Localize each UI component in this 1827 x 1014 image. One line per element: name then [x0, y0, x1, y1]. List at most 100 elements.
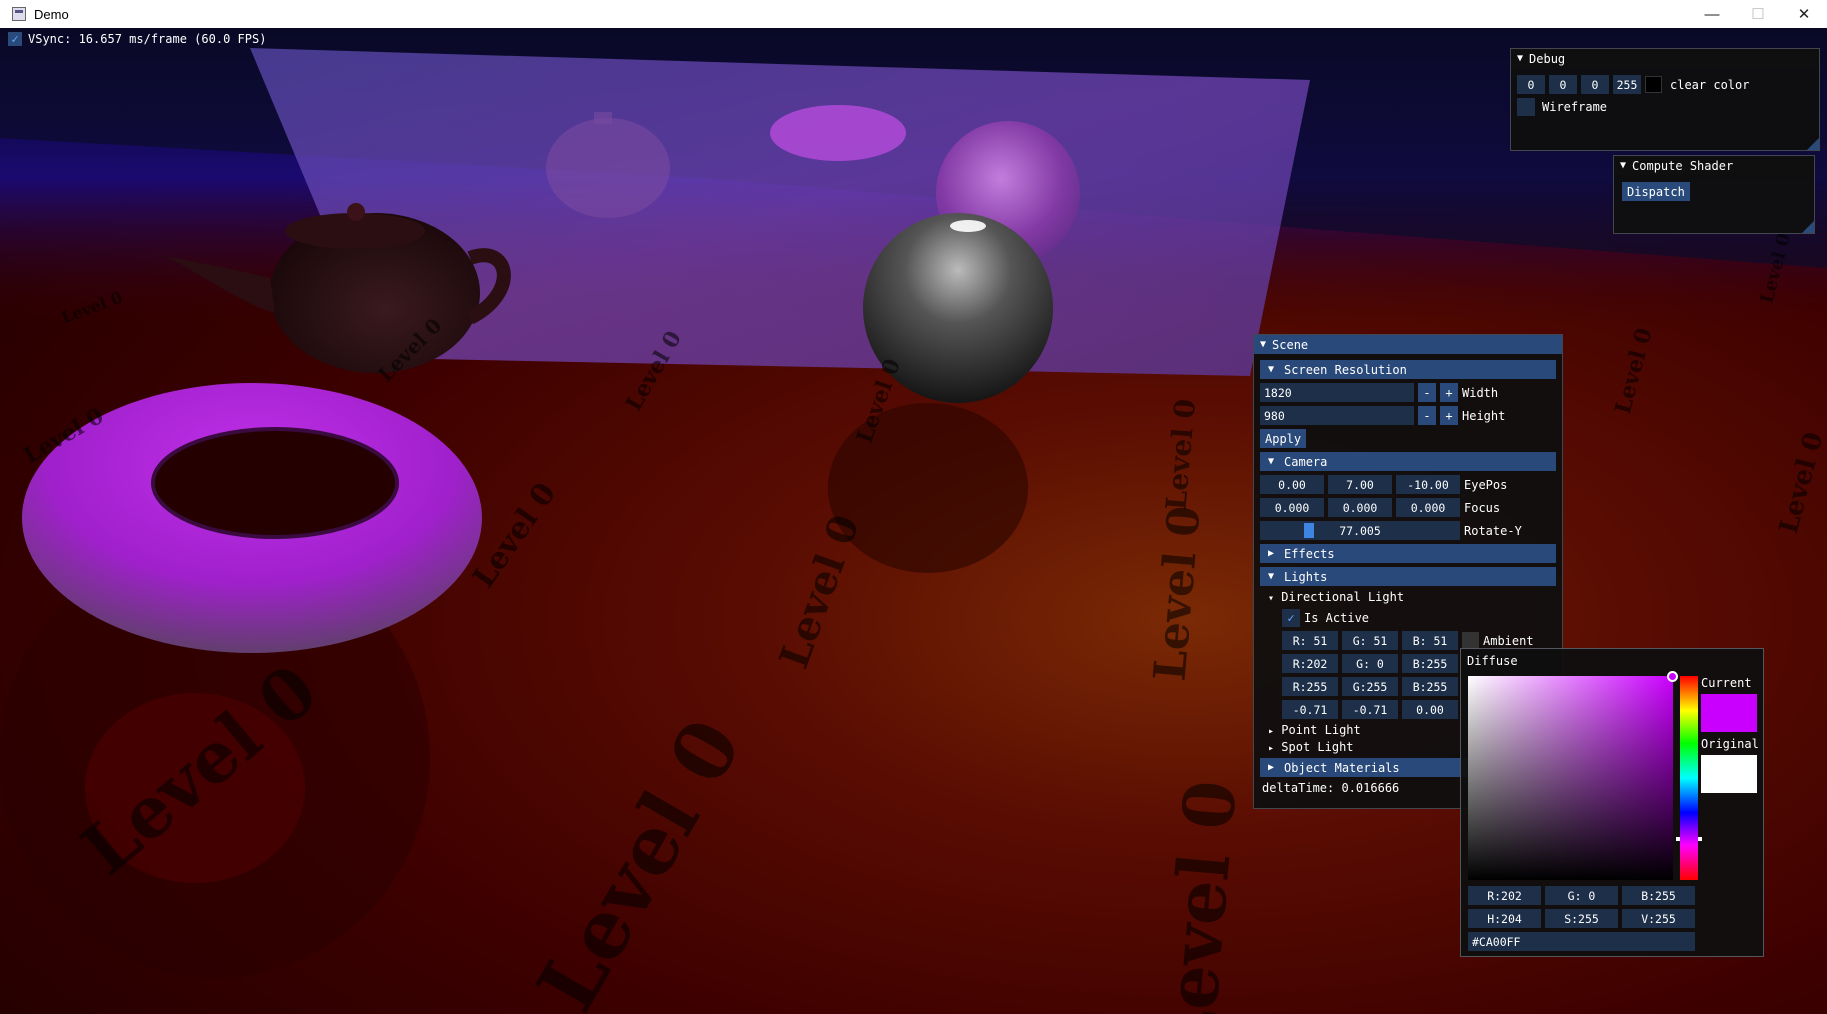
compute-title-label: Compute Shader: [1632, 158, 1734, 173]
ambient-color-swatch[interactable]: [1462, 632, 1479, 649]
eyepos-x-input[interactable]: 0.00: [1260, 475, 1324, 494]
resize-grip-icon[interactable]: [1807, 138, 1819, 150]
clear-color-g[interactable]: 0: [1549, 75, 1577, 94]
effects-header[interactable]: ▶ Effects: [1260, 544, 1556, 563]
picker-v-input[interactable]: V:255: [1622, 909, 1695, 928]
debug-window-title[interactable]: ▼ Debug: [1511, 49, 1819, 68]
compute-window-title[interactable]: ▼ Compute Shader: [1614, 156, 1814, 175]
picker-hex-input[interactable]: #CA00FF: [1468, 932, 1695, 951]
height-decrement-button[interactable]: -: [1418, 406, 1436, 425]
lights-header[interactable]: ▼ Lights: [1260, 567, 1556, 586]
eyepos-label: EyePos: [1464, 477, 1508, 492]
height-increment-button[interactable]: +: [1440, 406, 1458, 425]
directional-light-node[interactable]: ▾ Directional Light: [1268, 590, 1404, 604]
expand-triangle-icon: ▶: [1268, 548, 1275, 559]
vsync-label: VSync: 16.657 ms/frame (60.0 FPS): [28, 32, 267, 46]
saturation-value-square[interactable]: [1468, 671, 1678, 880]
picker-rgb-row: R:202 G: 0 B:255: [1468, 886, 1695, 905]
picker-b-input[interactable]: B:255: [1622, 886, 1695, 905]
direction-x-input[interactable]: -0.71: [1282, 700, 1338, 719]
vsync-checkbox-icon[interactable]: ✓: [8, 32, 22, 46]
ambient-label: Ambient: [1483, 633, 1534, 648]
diffuse-color-picker-popup[interactable]: Diffuse Current Original R:202 G: 0 B:25…: [1460, 648, 1764, 957]
picker-h-input[interactable]: H:204: [1468, 909, 1541, 928]
is-active-checkbox-icon[interactable]: ✓: [1282, 609, 1300, 627]
original-color-swatch[interactable]: [1701, 755, 1757, 793]
picker-hsv-row: H:204 S:255 V:255: [1468, 909, 1695, 928]
diffuse-g-input[interactable]: G: 0: [1342, 654, 1398, 673]
clear-color-a[interactable]: 255: [1613, 75, 1641, 94]
diffuse-b-input[interactable]: B:255: [1402, 654, 1458, 673]
width-increment-button[interactable]: +: [1440, 383, 1458, 402]
compute-shader-window[interactable]: ▼ Compute Shader Dispatch: [1613, 155, 1815, 234]
collapse-triangle-icon[interactable]: ▼: [1517, 53, 1523, 64]
width-input[interactable]: 1820: [1260, 383, 1414, 402]
specular-row: R:255 G:255 B:255: [1282, 677, 1458, 696]
collapse-triangle-icon[interactable]: ▼: [1260, 339, 1266, 350]
height-label: Height: [1462, 408, 1506, 423]
picker-r-input[interactable]: R:202: [1468, 886, 1541, 905]
collapse-triangle-icon: ▼: [1268, 456, 1275, 467]
is-active-label: Is Active: [1304, 611, 1370, 625]
specular-r-input[interactable]: R:255: [1282, 677, 1338, 696]
debug-window[interactable]: ▼ Debug 0 0 0 255 clear color Wireframe: [1510, 48, 1820, 151]
picker-hex-row: #CA00FF: [1468, 932, 1695, 951]
camera-header[interactable]: ▼ Camera: [1260, 452, 1556, 471]
direction-z-input[interactable]: 0.00: [1402, 700, 1458, 719]
rotate-y-slider[interactable]: 77.005: [1260, 521, 1460, 540]
vsync-toggle[interactable]: ✓ VSync: 16.657 ms/frame (60.0 FPS): [8, 30, 266, 48]
direction-row: -0.71 -0.71 0.00: [1282, 700, 1458, 719]
current-color-swatch: [1701, 694, 1757, 732]
wireframe-row[interactable]: Wireframe: [1517, 98, 1607, 116]
width-decrement-button[interactable]: -: [1418, 383, 1436, 402]
resize-grip-icon[interactable]: [1802, 221, 1814, 233]
focus-x-input[interactable]: 0.000: [1260, 498, 1324, 517]
rotate-y-row: 77.005 Rotate-Y: [1260, 521, 1522, 540]
sv-picker-cursor[interactable]: [1667, 671, 1678, 682]
spot-light-node[interactable]: ▸ Spot Light: [1268, 740, 1354, 754]
clear-color-label: clear color: [1670, 77, 1750, 92]
clear-color-swatch[interactable]: [1645, 76, 1662, 93]
delta-time-text: deltaTime: 0.016666: [1262, 781, 1400, 795]
hue-arrow-icon[interactable]: [1676, 837, 1702, 841]
height-row: 980 - + Height: [1260, 406, 1505, 425]
collapse-triangle-icon[interactable]: ▼: [1620, 160, 1626, 171]
ambient-g-input[interactable]: G: 51: [1342, 631, 1398, 650]
hue-bar[interactable]: [1676, 676, 1702, 880]
ambient-r-input[interactable]: R: 51: [1282, 631, 1338, 650]
specular-g-input[interactable]: G:255: [1342, 677, 1398, 696]
is-active-row[interactable]: ✓ Is Active: [1282, 609, 1369, 627]
picker-s-input[interactable]: S:255: [1545, 909, 1618, 928]
clear-color-r[interactable]: 0: [1517, 75, 1545, 94]
wireframe-checkbox[interactable]: [1517, 98, 1535, 116]
close-icon[interactable]: ✕: [1781, 0, 1827, 28]
slider-grab-handle[interactable]: [1304, 523, 1314, 538]
focus-y-input[interactable]: 0.000: [1328, 498, 1392, 517]
direction-y-input[interactable]: -0.71: [1342, 700, 1398, 719]
diffuse-row: R:202 G: 0 B:255: [1282, 654, 1458, 673]
picker-g-input[interactable]: G: 0: [1545, 886, 1618, 905]
eyepos-z-input[interactable]: -10.00: [1396, 475, 1460, 494]
minimize-icon[interactable]: —: [1689, 0, 1735, 28]
apply-button[interactable]: Apply: [1260, 429, 1307, 448]
specular-b-input[interactable]: B:255: [1402, 677, 1458, 696]
focus-z-input[interactable]: 0.000: [1396, 498, 1460, 517]
expand-triangle-icon: ▸: [1268, 743, 1275, 754]
ambient-b-input[interactable]: B: 51: [1402, 631, 1458, 650]
debug-title-label: Debug: [1529, 51, 1566, 66]
point-light-node[interactable]: ▸ Point Light: [1268, 723, 1361, 737]
screen-resolution-header[interactable]: ▼ Screen Resolution: [1260, 360, 1556, 379]
maximize-icon[interactable]: ☐: [1735, 0, 1781, 28]
scene-title-label: Scene: [1272, 337, 1309, 352]
diffuse-r-input[interactable]: R:202: [1282, 654, 1338, 673]
height-input[interactable]: 980: [1260, 406, 1414, 425]
scene-window-title[interactable]: ▼ Scene: [1254, 335, 1562, 354]
clear-color-b[interactable]: 0: [1581, 75, 1609, 94]
window-title: Demo: [34, 6, 69, 22]
collapse-triangle-icon: ▼: [1268, 364, 1275, 375]
eyepos-y-input[interactable]: 7.00: [1328, 475, 1392, 494]
width-label: Width: [1462, 385, 1499, 400]
dispatch-button[interactable]: Dispatch: [1622, 182, 1690, 201]
picker-title: Diffuse: [1467, 654, 1518, 668]
eyepos-row: 0.00 7.00 -10.00 EyePos: [1260, 475, 1507, 494]
